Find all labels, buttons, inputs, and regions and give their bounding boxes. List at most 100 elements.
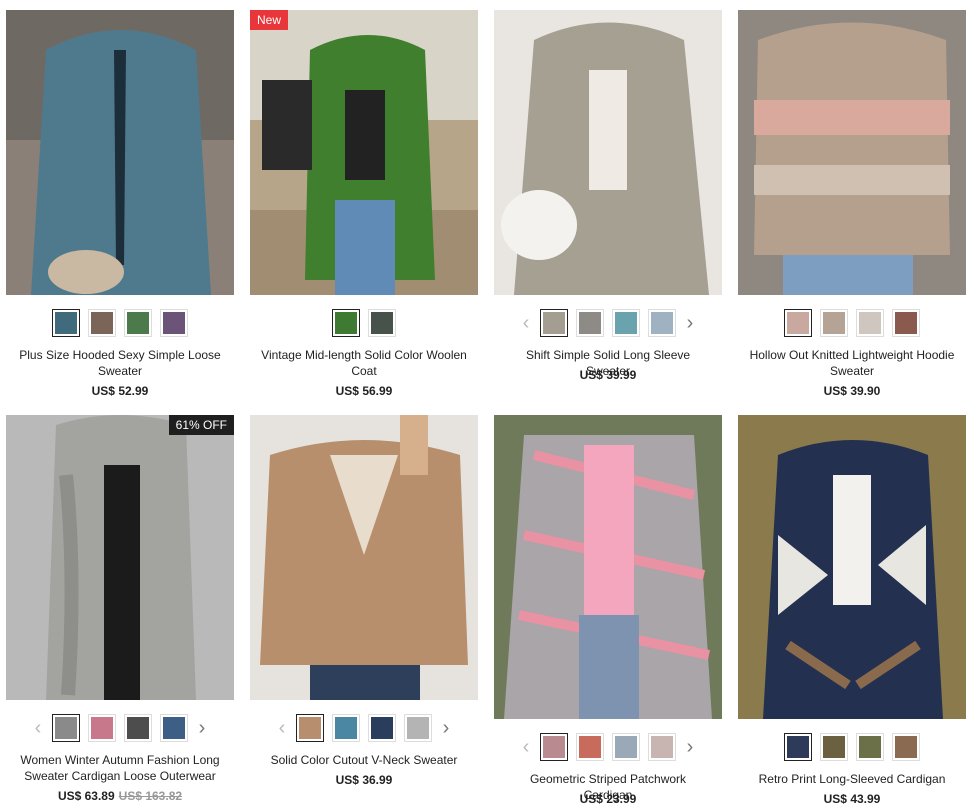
current-price: US$ 63.89 <box>57 789 115 803</box>
swatch-color <box>859 312 881 334</box>
product-price: US$ 43.99 <box>738 792 966 806</box>
swatch-color <box>371 312 393 334</box>
swatch-next-arrow[interactable]: › <box>684 733 696 761</box>
swatch-color <box>335 312 357 334</box>
color-swatch[interactable] <box>332 714 360 742</box>
swatch-prev-arrow[interactable]: ‹ <box>276 714 288 742</box>
color-swatch[interactable] <box>820 309 848 337</box>
swatch-color <box>91 312 113 334</box>
swatch-next-arrow[interactable]: › <box>196 714 208 742</box>
color-swatch[interactable] <box>648 309 676 337</box>
product-title[interactable]: Women Winter Autumn Fashion Long Sweater… <box>16 752 224 784</box>
color-swatch[interactable] <box>784 733 812 761</box>
swatch-color <box>55 717 77 739</box>
product-image[interactable] <box>250 415 478 700</box>
swatch-next-arrow[interactable]: › <box>440 714 452 742</box>
color-swatch[interactable] <box>612 309 640 337</box>
product-image[interactable]: 61% OFF <box>6 415 234 700</box>
swatch-prev-arrow[interactable]: ‹ <box>520 733 532 761</box>
product-price: US$ 23.99 <box>494 792 722 806</box>
product-title[interactable]: Retro Print Long-Sleeved Cardigan <box>748 771 956 787</box>
discount-badge: 61% OFF <box>168 415 234 435</box>
color-swatches <box>6 307 234 339</box>
swatch-color <box>371 717 393 739</box>
color-swatches: ‹ › <box>250 712 478 744</box>
swatch-prev-arrow[interactable]: ‹ <box>520 309 532 337</box>
color-swatch[interactable] <box>576 733 604 761</box>
color-swatch[interactable] <box>368 309 396 337</box>
product-image[interactable] <box>738 10 966 295</box>
swatch-color <box>823 312 845 334</box>
product-image[interactable] <box>494 415 722 719</box>
color-swatches <box>738 731 966 763</box>
color-swatch[interactable] <box>856 733 884 761</box>
swatch-color <box>859 736 881 758</box>
product-image[interactable] <box>494 10 722 295</box>
product-price: US$ 39.99 <box>494 368 722 382</box>
color-swatch[interactable] <box>88 309 116 337</box>
color-swatches <box>738 307 966 339</box>
product-price: US$ 56.99 <box>250 384 478 398</box>
color-swatch[interactable] <box>612 733 640 761</box>
color-swatch[interactable] <box>160 714 188 742</box>
swatch-color <box>127 312 149 334</box>
color-swatch[interactable] <box>892 309 920 337</box>
swatch-next-arrow[interactable]: › <box>684 309 696 337</box>
color-swatch[interactable] <box>296 714 324 742</box>
swatch-color <box>299 717 321 739</box>
product-title[interactable]: Solid Color Cutout V-Neck Sweater <box>260 752 468 768</box>
swatch-color <box>127 717 149 739</box>
color-swatch[interactable] <box>332 309 360 337</box>
color-swatch[interactable] <box>124 309 152 337</box>
color-swatches: ‹ › <box>494 307 722 339</box>
product-price: US$ 36.99 <box>250 773 478 787</box>
swatch-color <box>823 736 845 758</box>
swatch-color <box>543 736 565 758</box>
color-swatch[interactable] <box>892 733 920 761</box>
color-swatch[interactable] <box>540 309 568 337</box>
color-swatch[interactable] <box>52 309 80 337</box>
product-title[interactable]: Hollow Out Knitted Lightweight Hoodie Sw… <box>748 347 956 379</box>
product-image[interactable]: New <box>250 10 478 295</box>
swatch-color <box>651 736 673 758</box>
swatch-color <box>543 312 565 334</box>
current-price: US$ 39.90 <box>823 384 881 398</box>
swatch-prev-arrow[interactable]: ‹ <box>32 714 44 742</box>
color-swatch[interactable] <box>540 733 568 761</box>
product-image[interactable] <box>738 415 966 719</box>
swatch-color <box>651 312 673 334</box>
swatch-color <box>335 717 357 739</box>
color-swatch[interactable] <box>88 714 116 742</box>
color-swatch[interactable] <box>820 733 848 761</box>
current-price: US$ 52.99 <box>91 384 149 398</box>
product-title[interactable]: Vintage Mid-length Solid Color Woolen Co… <box>260 347 468 379</box>
product-title[interactable]: Plus Size Hooded Sexy Simple Loose Sweat… <box>16 347 224 379</box>
color-swatch[interactable] <box>160 309 188 337</box>
color-swatch[interactable] <box>404 714 432 742</box>
color-swatch[interactable] <box>52 714 80 742</box>
swatch-color <box>895 312 917 334</box>
color-swatches <box>250 307 478 339</box>
current-price: US$ 36.99 <box>335 773 393 787</box>
new-badge: New <box>250 10 289 30</box>
color-swatch[interactable] <box>368 714 396 742</box>
product-price: US$ 52.99 <box>6 384 234 398</box>
swatch-color <box>787 736 809 758</box>
product-price: US$ 39.90 <box>738 384 966 398</box>
swatch-color <box>579 736 601 758</box>
color-swatch[interactable] <box>576 309 604 337</box>
color-swatch[interactable] <box>784 309 812 337</box>
color-swatch[interactable] <box>124 714 152 742</box>
original-price: US$ 163.82 <box>118 789 183 803</box>
color-swatch[interactable] <box>856 309 884 337</box>
color-swatch[interactable] <box>648 733 676 761</box>
current-price: US$ 56.99 <box>335 384 393 398</box>
swatch-color <box>615 312 637 334</box>
swatch-color <box>91 717 113 739</box>
product-price: US$ 63.89 US$ 163.82 <box>6 789 234 803</box>
swatch-color <box>163 717 185 739</box>
swatch-color <box>407 717 429 739</box>
swatch-color <box>55 312 77 334</box>
current-price: US$ 39.99 <box>579 368 637 382</box>
product-image[interactable] <box>6 10 234 295</box>
